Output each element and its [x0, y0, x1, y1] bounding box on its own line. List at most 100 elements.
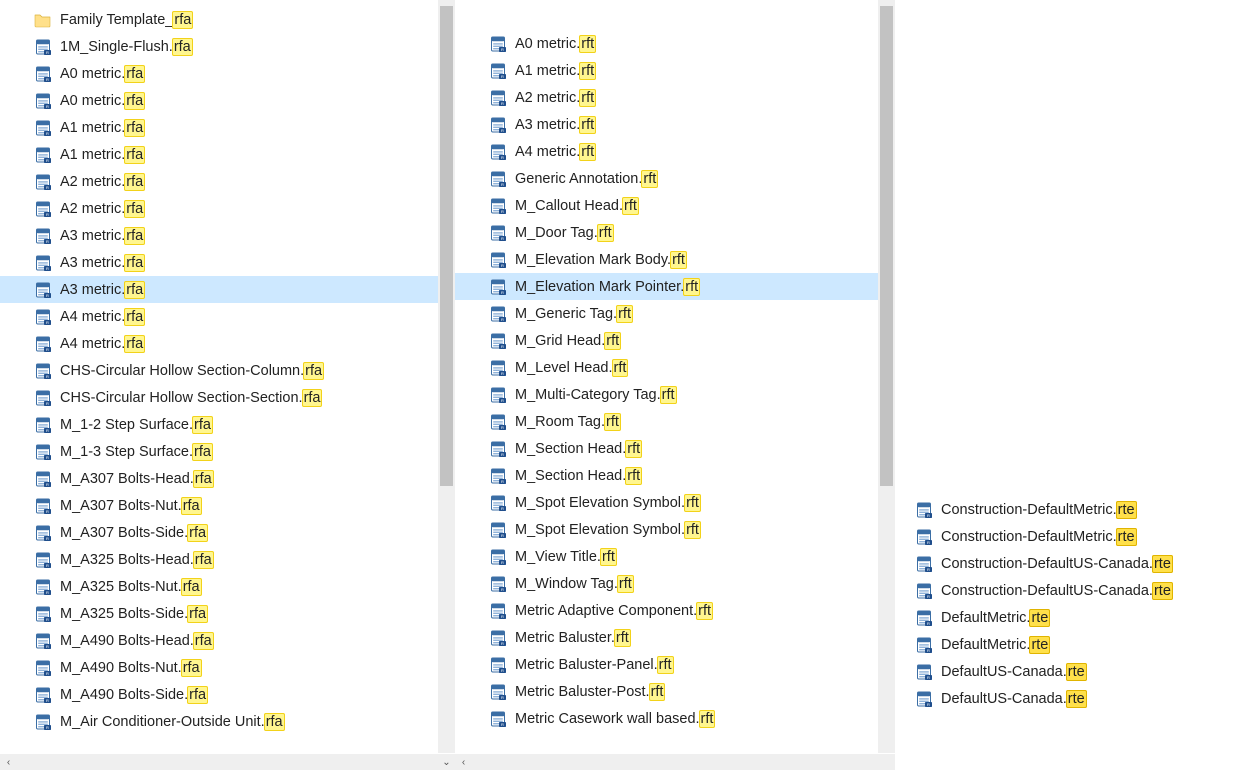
list-item[interactable]: M_View Title.rft [455, 543, 895, 570]
file-extension-highlight: rfa [124, 308, 145, 326]
horizontal-scroll-track[interactable] [17, 754, 438, 770]
vertical-scrollbar[interactable] [438, 0, 455, 753]
list-item[interactable]: M_Grid Head.rft [455, 327, 895, 354]
list-item[interactable]: A3 metric.rfa [0, 222, 455, 249]
list-item[interactable]: Generic Annotation.rft [455, 165, 895, 192]
list-item[interactable]: CHS-Circular Hollow Section-Column.rfa [0, 357, 455, 384]
list-item[interactable]: Metric Adaptive Component.rft [455, 597, 895, 624]
list-item[interactable]: M_Spot Elevation Symbol.rft [455, 489, 895, 516]
list-item[interactable]: M_A307 Bolts-Side.rfa [0, 519, 455, 546]
list-item[interactable]: A0 metric.rft [455, 30, 895, 57]
file-name-label: M_1-3 Step Surface.rfa [60, 443, 213, 461]
list-item[interactable]: M_Elevation Mark Body.rft [455, 246, 895, 273]
file-extension-highlight: rfa [303, 362, 324, 380]
list-item[interactable]: M_A307 Bolts-Head.rfa [0, 465, 455, 492]
file-name-label: Family Template_rfa [60, 11, 193, 29]
scroll-left-arrow-icon[interactable]: ‹ [0, 754, 17, 770]
list-item[interactable]: M_A490 Bolts-Head.rfa [0, 627, 455, 654]
scroll-left-arrow-icon[interactable]: ‹ [455, 754, 472, 770]
list-item[interactable]: M_Generic Tag.rft [455, 300, 895, 327]
revit-file-icon [34, 659, 52, 677]
list-item[interactable]: A1 metric.rft [455, 57, 895, 84]
result-pane-rfa: Family Template_rfa 1M_Single-Flush.rfa A0… [0, 0, 455, 770]
file-basename: M_Spot Elevation Symbol. [515, 522, 685, 538]
list-item[interactable]: M_Door Tag.rft [455, 219, 895, 246]
list-item[interactable]: A3 metric.rft [455, 111, 895, 138]
list-item[interactable]: M_Spot Elevation Symbol.rft [455, 516, 895, 543]
list-item[interactable]: M_Window Tag.rft [455, 570, 895, 597]
list-item[interactable]: A2 metric.rfa [0, 168, 455, 195]
revit-file-icon [489, 89, 507, 107]
list-item[interactable]: DefaultMetric.rte [895, 604, 1256, 631]
revit-file-icon [489, 332, 507, 350]
list-item[interactable]: A3 metric.rfa [0, 276, 455, 303]
file-extension-highlight: rft [579, 116, 596, 134]
list-item[interactable]: 1M_Single-Flush.rfa [0, 33, 455, 60]
horizontal-scroll-track[interactable] [472, 754, 895, 770]
file-basename: DefaultMetric. [941, 637, 1030, 653]
list-item[interactable]: A4 metric.rft [455, 138, 895, 165]
vertical-scroll-thumb[interactable] [880, 6, 893, 486]
list-item[interactable]: A0 metric.rfa [0, 60, 455, 87]
file-basename: DefaultUS-Canada. [941, 664, 1067, 680]
list-item[interactable]: A1 metric.rfa [0, 114, 455, 141]
list-item[interactable]: CHS-Circular Hollow Section-Section.rfa [0, 384, 455, 411]
vertical-scrollbar[interactable] [878, 0, 895, 753]
list-item[interactable]: Construction-DefaultUS-Canada.rte [895, 577, 1256, 604]
result-pane-rte: Construction-DefaultMetric.rteConstructi… [895, 0, 1256, 770]
file-extension-highlight: rft [579, 143, 596, 161]
file-basename: A2 metric. [515, 90, 580, 106]
list-item[interactable]: Metric Casework wall based.rft [455, 705, 895, 732]
list-item[interactable]: M_Multi-Category Tag.rft [455, 381, 895, 408]
list-item[interactable]: M_Section Head.rft [455, 462, 895, 489]
list-item[interactable]: M_Elevation Mark Pointer.rft [455, 273, 895, 300]
list-item[interactable]: M_A490 Bolts-Nut.rfa [0, 654, 455, 681]
file-name-label: A2 metric.rfa [60, 200, 145, 218]
horizontal-scrollbar[interactable]: ‹ [455, 753, 895, 770]
scroll-down-arrow-icon[interactable]: ⌄ [438, 754, 455, 770]
list-item[interactable]: Construction-DefaultMetric.rte [895, 523, 1256, 550]
list-item[interactable]: Construction-DefaultUS-Canada.rte [895, 550, 1256, 577]
horizontal-scrollbar[interactable]: ‹ ⌄ [0, 753, 455, 770]
revit-file-icon [489, 386, 507, 404]
list-item[interactable]: A4 metric.rfa [0, 303, 455, 330]
list-item[interactable]: DefaultMetric.rte [895, 631, 1256, 658]
vertical-scroll-thumb[interactable] [440, 6, 453, 486]
list-item[interactable]: M_1-3 Step Surface.rfa [0, 438, 455, 465]
list-item[interactable]: A3 metric.rfa [0, 249, 455, 276]
file-list[interactable]: Construction-DefaultMetric.rteConstructi… [895, 490, 1256, 770]
list-item[interactable]: M_A325 Bolts-Nut.rfa [0, 573, 455, 600]
list-item[interactable]: M_A490 Bolts-Side.rfa [0, 681, 455, 708]
list-item[interactable]: M_Callout Head.rft [455, 192, 895, 219]
file-name-label: M_Level Head.rft [515, 359, 628, 377]
list-item[interactable]: M_1-2 Step Surface.rfa [0, 411, 455, 438]
file-list[interactable]: Family Template_rfa 1M_Single-Flush.rfa A0… [0, 0, 455, 753]
file-extension-highlight: rfa [124, 335, 145, 353]
list-item[interactable]: A1 metric.rfa [0, 141, 455, 168]
list-item[interactable]: M_A325 Bolts-Head.rfa [0, 546, 455, 573]
file-extension-highlight: rft [579, 89, 596, 107]
list-item[interactable]: DefaultUS-Canada.rte [895, 658, 1256, 685]
list-item[interactable]: M_Room Tag.rft [455, 408, 895, 435]
list-item[interactable]: M_A325 Bolts-Side.rfa [0, 600, 455, 627]
list-item[interactable]: Construction-DefaultMetric.rte [895, 496, 1256, 523]
list-item[interactable]: M_Air Conditioner-Outside Unit.rfa [0, 708, 455, 735]
list-item[interactable]: Metric Baluster.rft [455, 624, 895, 651]
file-basename: A0 metric. [60, 66, 125, 82]
list-item[interactable]: Family Template_rfa [0, 6, 455, 33]
list-item[interactable]: A4 metric.rfa [0, 330, 455, 357]
list-item[interactable]: M_Section Head.rft [455, 435, 895, 462]
list-item[interactable]: DefaultUS-Canada.rte [895, 685, 1256, 712]
list-item[interactable]: A2 metric.rft [455, 84, 895, 111]
revit-file-icon [34, 173, 52, 191]
file-name-label: 1M_Single-Flush.rfa [60, 38, 193, 56]
list-item[interactable]: M_A307 Bolts-Nut.rfa [0, 492, 455, 519]
list-item[interactable]: Metric Baluster-Panel.rft [455, 651, 895, 678]
list-item[interactable]: A2 metric.rfa [0, 195, 455, 222]
list-item[interactable]: Metric Baluster-Post.rft [455, 678, 895, 705]
file-list[interactable]: A0 metric.rftA1 metric.rftA2 metric.rftA… [455, 0, 895, 753]
file-basename: M_Window Tag. [515, 576, 618, 592]
list-item[interactable]: A0 metric.rfa [0, 87, 455, 114]
revit-file-icon [34, 146, 52, 164]
list-item[interactable]: M_Level Head.rft [455, 354, 895, 381]
